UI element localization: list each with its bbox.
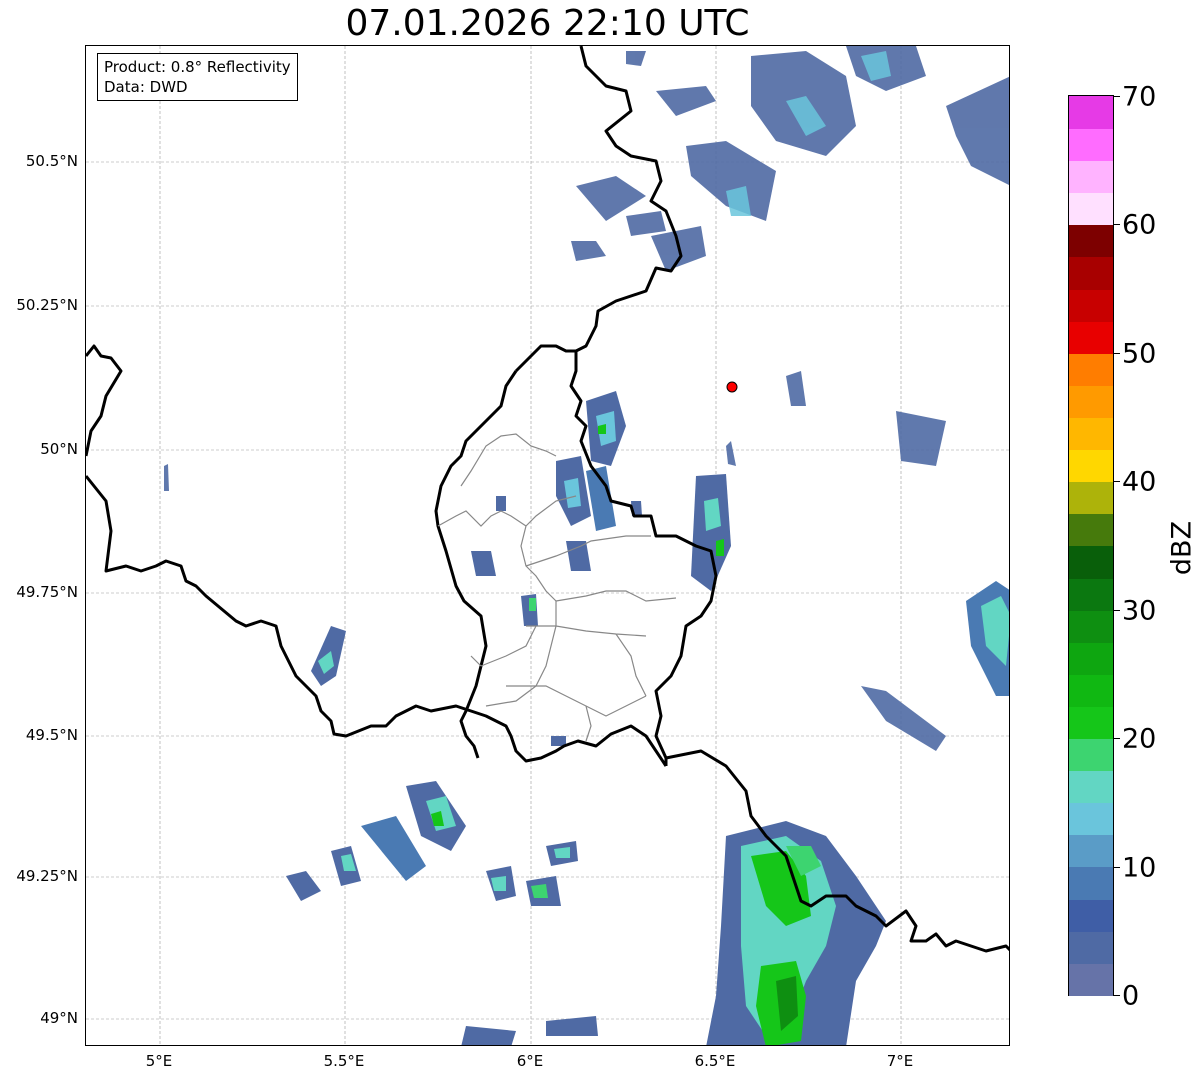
cbar-tick-20: 20 [1122,723,1157,755]
cbar-tick-50: 50 [1122,338,1157,370]
colorbar-segment [1069,352,1113,386]
colorbar-segment [1069,866,1113,900]
colorbar-segment [1069,834,1113,868]
colorbar-segment [1069,513,1113,547]
info-box: Product: 0.8° Reflectivity Data: DWD [97,53,298,101]
radar-map[interactable] [85,45,1010,1046]
colorbar-segment [1069,802,1113,836]
cbar-tickmark-20 [1114,738,1120,739]
colorbar-segment [1069,898,1113,932]
colorbar-segment [1069,577,1113,611]
colorbar-segment [1069,224,1113,258]
cbar-tickmark-10 [1114,867,1120,868]
cbar-tick-0: 0 [1122,980,1140,1012]
colorbar-segment [1069,641,1113,675]
lon-tick-7: 7°E [886,1052,914,1070]
cbar-tick-60: 60 [1122,209,1157,241]
map-title: 07.01.2026 22:10 UTC [345,3,750,44]
lat-tick-50-25: 50.25°N [16,296,78,314]
colorbar-segment [1069,96,1113,129]
lon-tick-6: 6°E [516,1052,544,1070]
colorbar-segment [1069,288,1113,322]
colorbar-segment [1069,320,1113,354]
colorbar-segment [1069,417,1113,451]
cbar-tick-40: 40 [1122,466,1157,498]
cbar-tick-70: 70 [1122,81,1157,113]
lat-tick-50: 50°N [40,440,78,458]
colorbar-segment [1069,128,1113,162]
colorbar [1068,95,1114,996]
colorbar-segment [1069,545,1113,579]
radar-echoes [164,46,1009,1045]
cbar-tickmark-70 [1114,96,1120,97]
cbar-tickmark-60 [1114,224,1120,225]
colorbar-segment [1069,930,1113,964]
map-canvas [86,46,1009,1045]
colorbar-segment [1069,706,1113,740]
lon-tick-5: 5°E [145,1052,173,1070]
cbar-tickmark-50 [1114,353,1120,354]
colorbar-segment [1069,673,1113,707]
cbar-tick-30: 30 [1122,595,1157,627]
lat-tick-49-5: 49.5°N [25,726,78,744]
colorbar-segment [1069,256,1113,290]
country-borders [86,46,1009,953]
colorbar-segment [1069,738,1113,772]
colorbar-segment [1069,384,1113,418]
colorbar-segment [1069,481,1113,515]
colorbar-label: dBZ [1166,520,1198,576]
colorbar-segment [1069,449,1113,483]
cbar-tickmark-40 [1114,481,1120,482]
cbar-tickmark-30 [1114,610,1120,611]
lon-tick-5-5: 5.5°E [323,1052,365,1070]
lat-tick-49-75: 49.75°N [16,583,78,601]
product-label: Product: 0.8° Reflectivity [104,58,291,76]
lat-tick-49: 49°N [40,1009,78,1027]
cbar-tick-10: 10 [1122,852,1157,884]
colorbar-segment [1069,609,1113,643]
colorbar-segment [1069,160,1113,194]
lat-tick-49-25: 49.25°N [16,867,78,885]
colorbar-segment [1069,192,1113,226]
cbar-tickmark-0 [1114,995,1120,996]
lat-tick-50-5: 50.5°N [25,152,78,170]
lon-tick-6-5: 6.5°E [694,1052,736,1070]
radar-site-marker [726,381,738,393]
colorbar-segment [1069,770,1113,804]
data-source-label: Data: DWD [104,78,188,96]
colorbar-segment [1069,962,1113,996]
